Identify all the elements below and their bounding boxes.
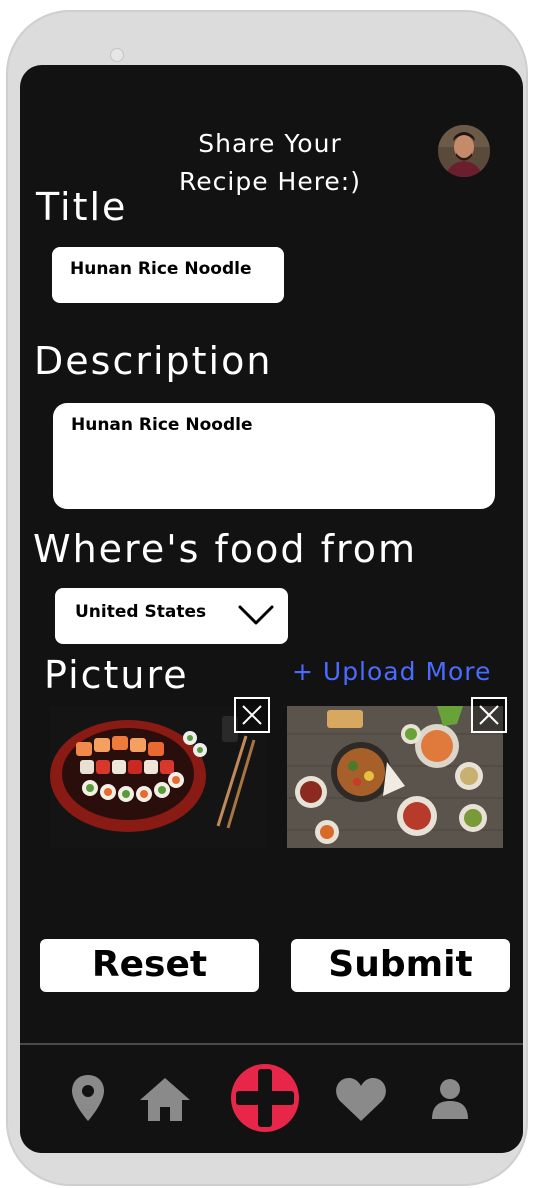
avatar-image [438,125,490,177]
origin-select[interactable]: United States [55,588,288,644]
upload-more-link[interactable]: + Upload More [292,657,491,686]
bottom-nav [20,1043,523,1153]
home-icon[interactable] [138,1075,192,1123]
chevron-down-icon [238,605,274,625]
avatar[interactable] [438,125,490,177]
close-icon [479,705,499,725]
app-screen: Share Your Recipe Here:) Title Hunan Ric… [20,65,523,1153]
title-label: Title [36,185,128,229]
description-label: Description [34,339,273,383]
add-icon[interactable] [230,1063,300,1133]
heart-icon[interactable] [334,1075,388,1123]
page-title: Share Your Recipe Here:) [160,125,380,201]
close-icon [242,705,262,725]
title-input[interactable]: Hunan Rice Noodle [52,247,284,303]
camera-dot [110,48,124,62]
origin-select-value: United States [75,602,207,622]
origin-label: Where's food from [33,527,418,571]
location-icon[interactable] [70,1073,106,1123]
reset-button[interactable]: Reset [40,939,259,992]
description-textarea[interactable]: Hunan Rice Noodle [53,403,495,509]
page-title-line-2: Recipe Here:) [179,167,361,196]
page-title-line-1: Share Your [198,129,342,158]
remove-picture-2-button[interactable] [471,697,507,733]
picture-label: Picture [44,653,189,697]
remove-picture-1-button[interactable] [234,697,270,733]
submit-button[interactable]: Submit [291,939,510,992]
profile-icon[interactable] [430,1077,470,1119]
